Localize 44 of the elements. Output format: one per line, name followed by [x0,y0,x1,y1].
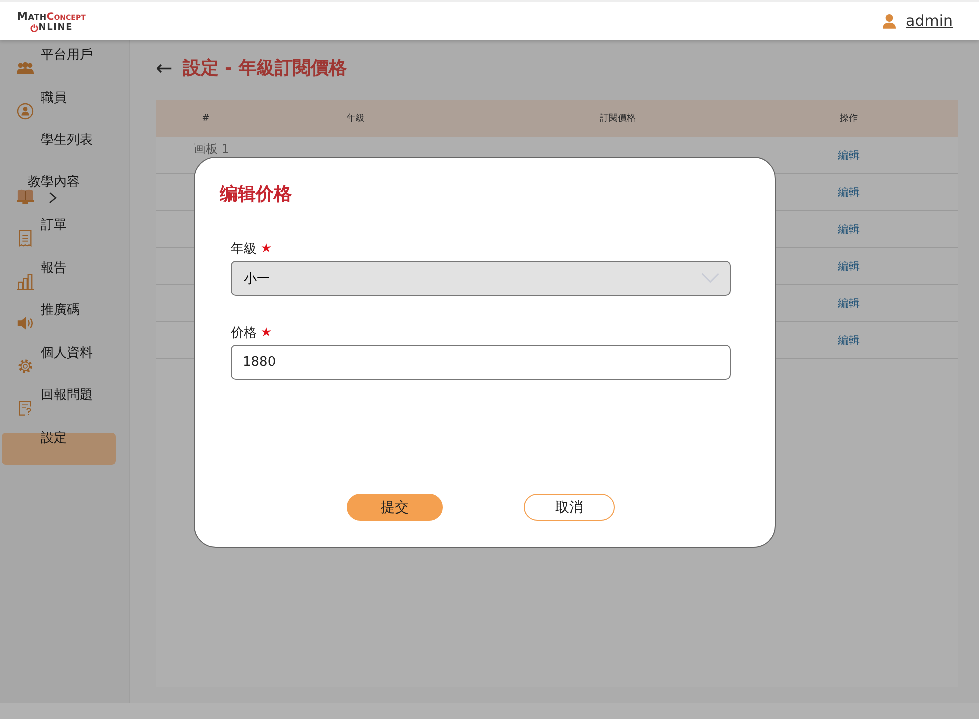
edit-link[interactable]: 編輯 [838,222,860,236]
nav-item[interactable]: 回報問題 [2,382,116,424]
people-icon [16,60,35,77]
cancel-button[interactable]: 取消 [524,494,615,521]
edit-link[interactable]: 編輯 [838,148,860,162]
gear-icon [16,358,35,374]
price-input[interactable]: 1880 [231,345,731,380]
speaker-icon [16,315,35,332]
bar-chart-icon [16,272,35,290]
nav-item[interactable]: 設定 [2,432,116,464]
person-icon [16,102,35,120]
edit-link[interactable]: 編輯 [838,260,860,272]
nav-item[interactable]: 學生列表 [2,127,116,170]
field-label: 价格 [231,325,257,342]
nav-item[interactable]: 職員 [2,84,116,127]
nav-item[interactable]: 報告 [2,254,116,297]
edit-link[interactable]: 編輯 [838,334,860,346]
artboard-label: 画板 1 [194,141,230,158]
nav-item[interactable]: 個人資料 [2,340,116,382]
power-icon [30,24,39,33]
logo-text: Concept [46,13,86,23]
nav-item[interactable]: 推廣碼 [2,297,116,340]
logo-text: Math [17,11,47,22]
column-header: # [201,114,211,124]
column-header: 年級 [346,112,366,125]
nav-item[interactable]: 教學內容 [2,170,116,212]
field-label: 年級 [231,241,257,258]
page-title: 設定 - 年級訂閱價格 [182,57,347,80]
nav-item[interactable]: 訂單 [2,212,116,254]
grade-select[interactable]: 小一 [231,261,731,296]
submit-button[interactable]: 提交 [347,494,443,521]
chevron-down-icon [701,273,720,284]
user-link[interactable]: admin [906,12,953,30]
dialog-title: 编辑价格 [220,183,293,206]
logo-text: NLINE [38,24,74,33]
edit-link[interactable]: 編輯 [838,186,860,198]
chevron-icon [49,192,57,204]
column-header: 訂閱價格 [599,112,637,125]
column-header: 操作 [839,112,859,125]
back-button[interactable]: ← [156,56,173,80]
nav-item[interactable]: 平台用戶 [2,42,116,84]
book-icon [16,188,35,204]
edit-link[interactable]: 編輯 [838,296,860,310]
user-icon [883,14,896,28]
